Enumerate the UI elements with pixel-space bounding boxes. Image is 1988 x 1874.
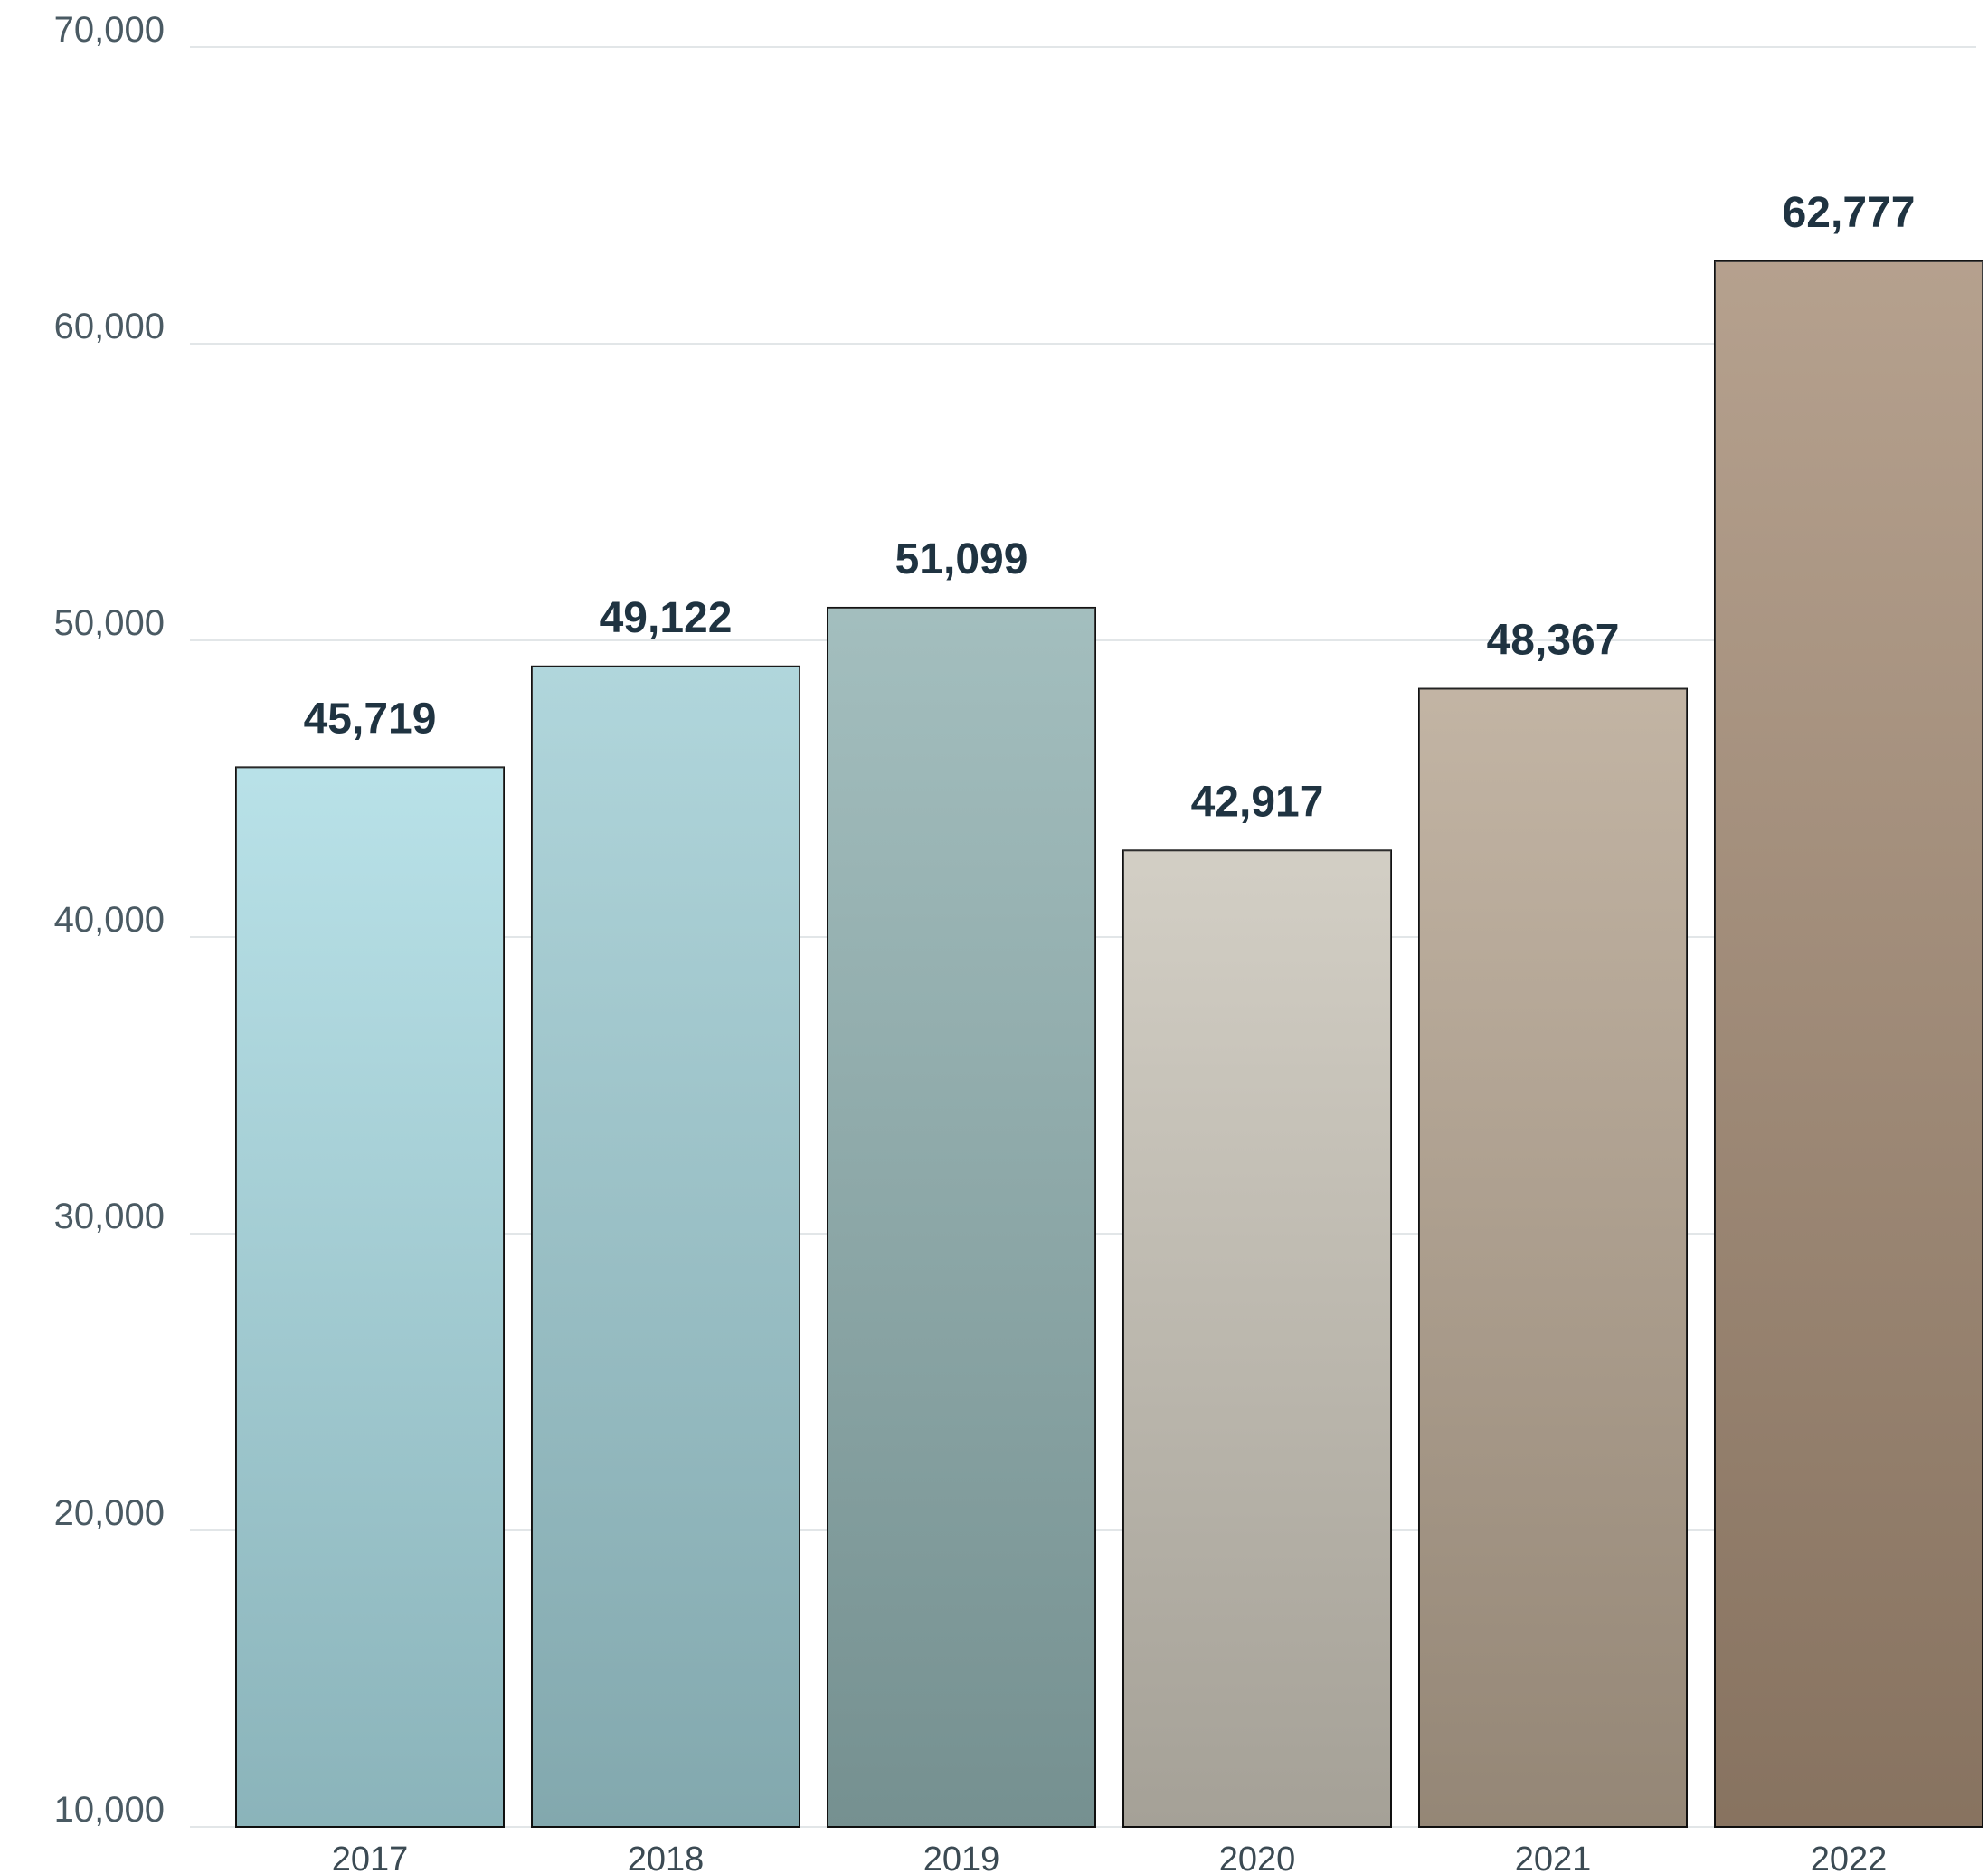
bar-shade-2019 — [828, 607, 1095, 1827]
data-label: 62,777 — [1783, 189, 1916, 237]
y-tick-label: 70,000 — [54, 10, 165, 50]
bar-chart: 10,000 20,000 30,000 40,000 50,000 60,000 70,0… — [54, 10, 1983, 1874]
y-tick-label: 50,000 — [54, 603, 165, 643]
data-label: 42,917 — [1191, 778, 1324, 826]
x-axis-ticks: 2017 2018 2019 2020 2021 2022 — [332, 1841, 1888, 1874]
bar-shade-2017 — [236, 767, 504, 1828]
y-tick-label: 20,000 — [54, 1493, 165, 1533]
bar-shade-2021 — [1419, 688, 1687, 1827]
y-tick-label: 60,000 — [54, 307, 165, 346]
bar-shade-2020 — [1123, 850, 1391, 1827]
y-tick-label: 10,000 — [54, 1790, 165, 1830]
bars — [235, 260, 1983, 1829]
x-tick-label: 2019 — [923, 1841, 1000, 1874]
data-label: 51,099 — [895, 535, 1028, 583]
data-label: 48,367 — [1487, 617, 1620, 665]
x-tick-label: 2018 — [628, 1841, 705, 1874]
y-tick-label: 40,000 — [54, 900, 165, 940]
y-tick-label: 30,000 — [54, 1197, 165, 1236]
x-tick-label: 2022 — [1811, 1841, 1888, 1874]
data-label: 49,122 — [600, 594, 733, 642]
bar-shade-2022 — [1715, 260, 1983, 1827]
bar-shade-2018 — [532, 666, 800, 1828]
x-tick-label: 2017 — [332, 1841, 409, 1874]
data-label: 45,719 — [304, 695, 437, 743]
x-tick-label: 2020 — [1219, 1841, 1296, 1874]
y-axis-ticks: 10,000 20,000 30,000 40,000 50,000 60,000 70,0… — [54, 10, 165, 1830]
x-tick-label: 2021 — [1515, 1841, 1592, 1874]
